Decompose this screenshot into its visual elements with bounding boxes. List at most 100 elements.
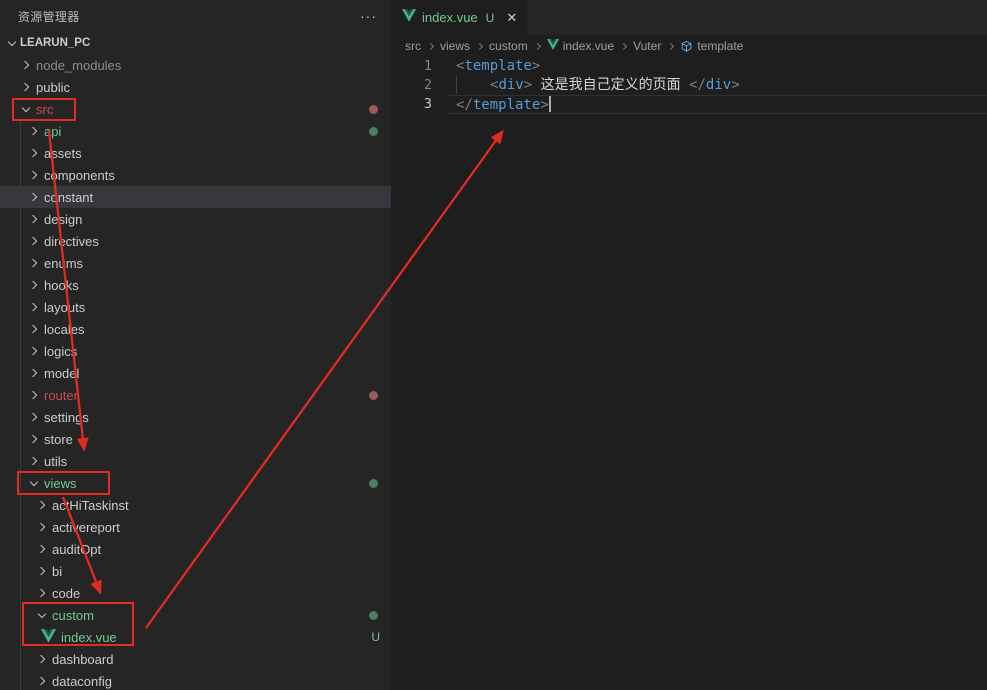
chevron-down-icon	[18, 101, 34, 117]
git-status-dot	[369, 391, 378, 400]
tree-item-node-modules[interactable]: node_modules	[0, 54, 391, 76]
tree-item-logics[interactable]: logics	[0, 340, 391, 362]
tab-bar: index.vue U ✕	[391, 0, 987, 35]
tree-item-custom[interactable]: custom	[0, 604, 391, 626]
tree-item-code[interactable]: code	[0, 582, 391, 604]
tree-item-hooks[interactable]: hooks	[0, 274, 391, 296]
vue-file-icon	[547, 39, 559, 53]
tree-item-public[interactable]: public	[0, 76, 391, 98]
chevron-right-icon	[620, 42, 627, 49]
chevron-right-icon	[34, 673, 50, 689]
chevron-down-icon	[26, 475, 42, 491]
tree-item-acthitaskinst[interactable]: actHiTaskinst	[0, 494, 391, 516]
tree-item-router[interactable]: router	[0, 384, 391, 406]
breadcrumb-vuter[interactable]: Vuter	[633, 39, 661, 53]
chevron-down-icon	[34, 607, 50, 623]
tree-item-views[interactable]: views	[0, 472, 391, 494]
tree-item-api[interactable]: api	[0, 120, 391, 142]
chevron-right-icon	[26, 255, 42, 271]
tree-item-utils[interactable]: utils	[0, 450, 391, 472]
chevron-right-icon	[34, 651, 50, 667]
line-number: 3	[391, 95, 447, 114]
breadcrumb-template[interactable]: template	[680, 39, 743, 53]
tab-index-vue[interactable]: index.vue U ✕	[391, 0, 527, 35]
breadcrumb-src[interactable]: src	[405, 39, 421, 53]
chevron-right-icon	[18, 57, 34, 73]
project-root-header[interactable]: LEARUN_PC	[0, 32, 391, 54]
explorer-header: 资源管理器 ···	[0, 0, 391, 32]
close-icon[interactable]: ✕	[506, 10, 517, 26]
vue-file-icon	[41, 629, 56, 646]
tree-item-assets[interactable]: assets	[0, 142, 391, 164]
tree-item-components[interactable]: components	[0, 164, 391, 186]
tree-item-locales[interactable]: locales	[0, 318, 391, 340]
tree-item-dataconfig[interactable]: dataconfig	[0, 670, 391, 690]
git-status-dot	[369, 127, 378, 136]
tree-item-directives[interactable]: directives	[0, 230, 391, 252]
breadcrumb-views[interactable]: views	[440, 39, 470, 53]
chevron-right-icon	[26, 189, 42, 205]
tree-item-src[interactable]: src	[0, 98, 391, 120]
explorer-title: 资源管理器	[18, 8, 80, 25]
chevron-right-icon	[26, 387, 42, 403]
tab-git-status: U	[486, 11, 495, 25]
git-untracked-badge: U	[371, 630, 380, 644]
chevron-right-icon	[26, 365, 42, 381]
chevron-right-icon	[34, 519, 50, 535]
line-number: 2	[391, 76, 447, 95]
chevron-right-icon	[34, 497, 50, 513]
chevron-right-icon	[18, 79, 34, 95]
breadcrumb: src views custom index.vue Vuter templat…	[391, 35, 987, 57]
explorer-sidebar: 资源管理器 ··· LEARUN_PC node_modules public …	[0, 0, 391, 690]
line-number: 1	[391, 57, 447, 76]
tree-item-bi[interactable]: bi	[0, 560, 391, 582]
tree-item-layouts[interactable]: layouts	[0, 296, 391, 318]
symbol-template-icon	[680, 40, 693, 53]
chevron-right-icon	[34, 563, 50, 579]
code-line-1: 1 <template>	[391, 57, 987, 76]
breadcrumb-custom[interactable]: custom	[489, 39, 528, 53]
editor-area: index.vue U ✕ src views custom index.vue…	[391, 0, 987, 690]
text-cursor	[549, 96, 551, 112]
code-editor[interactable]: 1 <template> 2 <div> 这是我自己定义的页面 </div> 3…	[391, 57, 987, 114]
file-tree: node_modules public src api assets compo…	[0, 54, 391, 690]
tab-filename: index.vue	[422, 10, 478, 25]
git-status-dot	[369, 611, 378, 620]
tree-item-constant[interactable]: constant	[0, 186, 391, 208]
chevron-right-icon	[26, 123, 42, 139]
chevron-right-icon	[26, 233, 42, 249]
chevron-right-icon	[26, 343, 42, 359]
chevron-right-icon	[26, 321, 42, 337]
chevron-right-icon	[26, 299, 42, 315]
chevron-right-icon	[34, 541, 50, 557]
code-line-2: 2 <div> 这是我自己定义的页面 </div>	[391, 76, 987, 95]
chevron-right-icon	[667, 42, 674, 49]
tree-item-enums[interactable]: enums	[0, 252, 391, 274]
breadcrumb-index-vue[interactable]: index.vue	[547, 39, 614, 53]
project-root-label: LEARUN_PC	[20, 37, 90, 49]
indent-guide	[456, 76, 490, 94]
chevron-right-icon	[26, 409, 42, 425]
chevron-right-icon	[427, 42, 434, 49]
tree-item-activereport[interactable]: activereport	[0, 516, 391, 538]
chevron-right-icon	[534, 42, 541, 49]
tree-item-index-vue[interactable]: index.vue U	[0, 626, 391, 648]
tree-item-store[interactable]: store	[0, 428, 391, 450]
chevron-right-icon	[26, 167, 42, 183]
chevron-right-icon	[26, 277, 42, 293]
vue-file-icon	[402, 9, 416, 27]
code-line-3: 3 </template>	[391, 95, 987, 114]
chevron-right-icon	[476, 42, 483, 49]
tree-item-design[interactable]: design	[0, 208, 391, 230]
chevron-right-icon	[26, 453, 42, 469]
chevron-right-icon	[26, 431, 42, 447]
tree-item-model[interactable]: model	[0, 362, 391, 384]
tree-item-dashboard[interactable]: dashboard	[0, 648, 391, 670]
git-status-dot	[369, 105, 378, 114]
tree-item-auditopt[interactable]: auditOpt	[0, 538, 391, 560]
chevron-right-icon	[26, 211, 42, 227]
tree-item-settings[interactable]: settings	[0, 406, 391, 428]
chevron-right-icon	[26, 145, 42, 161]
git-status-dot	[369, 479, 378, 488]
more-actions-icon[interactable]: ···	[360, 11, 377, 21]
